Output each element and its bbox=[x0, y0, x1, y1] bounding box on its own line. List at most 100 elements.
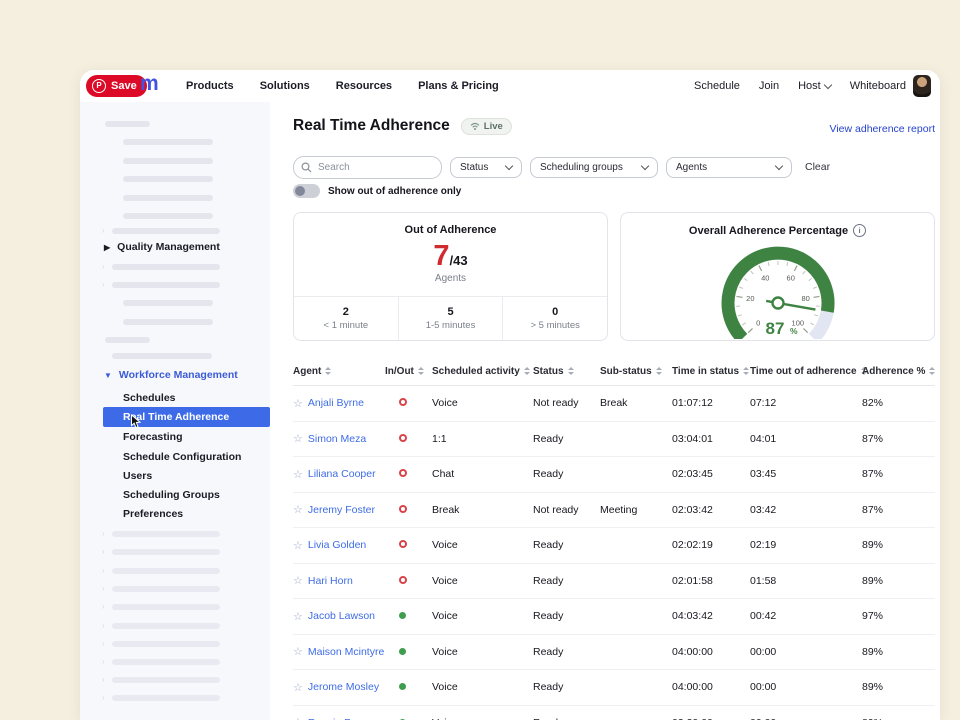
star-icon[interactable]: ☆ bbox=[293, 432, 303, 445]
gauge-tick-label: 20 bbox=[746, 294, 754, 303]
sidebar-item-quality-management[interactable]: ▶Quality Management bbox=[104, 241, 220, 253]
sidebar-item-scheduling-groups[interactable]: Scheduling Groups bbox=[80, 485, 270, 505]
star-icon[interactable]: ☆ bbox=[293, 574, 303, 587]
nav-link-solutions[interactable]: Solutions bbox=[260, 80, 310, 92]
sidebar-item-forecasting[interactable]: Forecasting bbox=[80, 427, 270, 447]
nav-link-host[interactable]: Host bbox=[798, 80, 831, 92]
agent-name-link[interactable]: Liliana Cooper bbox=[308, 468, 376, 480]
agent-name-link[interactable]: Anjali Byrne bbox=[308, 397, 364, 409]
status-cell: Ready bbox=[533, 646, 600, 658]
sidebar-skeleton-item bbox=[112, 586, 220, 592]
nav-link-plans-pricing[interactable]: Plans & Pricing bbox=[418, 80, 499, 92]
column-header-in-out[interactable]: In/Out bbox=[385, 366, 432, 377]
table-row: ☆Simon Meza1:1Ready03:04:0104:0187% bbox=[293, 422, 935, 458]
table-row: ☆Jeremy FosterBreakNot readyMeeting02:03… bbox=[293, 493, 935, 529]
adherence-cell: 87% bbox=[862, 468, 935, 480]
time-out-of-adherence-cell: 07:12 bbox=[750, 397, 862, 409]
sidebar-skeleton-item bbox=[123, 300, 213, 306]
sidebar-item-preferences[interactable]: Preferences bbox=[80, 504, 270, 524]
out-of-adherence-toggle[interactable] bbox=[293, 184, 320, 198]
agent-name-link[interactable]: Hari Horn bbox=[308, 575, 353, 587]
agents-dropdown[interactable]: Agents bbox=[666, 157, 792, 178]
in-out-cell bbox=[385, 397, 432, 409]
scheduling-groups-dropdown[interactable]: Scheduling groups bbox=[530, 157, 658, 178]
status-dropdown[interactable]: Status bbox=[450, 157, 522, 178]
agent-name-link[interactable]: Jerome Mosley bbox=[308, 681, 379, 693]
agent-cell: ☆ Anjali Byrne bbox=[293, 397, 385, 410]
star-icon[interactable]: ☆ bbox=[293, 716, 303, 720]
out-of-adherence-dot bbox=[399, 398, 407, 406]
sidebar-skeleton-item bbox=[123, 139, 213, 145]
sort-down-arrow bbox=[656, 372, 662, 375]
sidebar-item-workforce-management[interactable]: ▼Workforce Management bbox=[104, 369, 238, 381]
sidebar-item-users[interactable]: Users bbox=[80, 466, 270, 486]
sort-icon bbox=[568, 367, 574, 375]
status-cell: Ready bbox=[533, 575, 600, 587]
in-out-cell bbox=[385, 681, 432, 693]
status-cell: Ready bbox=[533, 433, 600, 445]
sidebar-skeleton-item bbox=[123, 213, 213, 219]
breakdown-value: 2 bbox=[343, 306, 349, 318]
clear-filters-button[interactable]: Clear bbox=[805, 161, 830, 173]
star-icon[interactable]: ☆ bbox=[293, 681, 303, 694]
time-out-of-adherence-cell: 01:58 bbox=[750, 575, 862, 587]
star-icon[interactable]: ☆ bbox=[293, 397, 303, 410]
nav-link-whiteboard[interactable]: Whiteboard bbox=[850, 80, 906, 92]
sidebar-skeleton-item bbox=[112, 353, 212, 359]
time-out-of-adherence-cell: 04:01 bbox=[750, 433, 862, 445]
column-header-time-in-status[interactable]: Time in status bbox=[672, 366, 750, 377]
star-icon[interactable]: ☆ bbox=[293, 539, 303, 552]
view-adherence-report-link[interactable]: View adherence report bbox=[830, 123, 935, 135]
time-out-of-adherence-cell: 03:42 bbox=[750, 504, 862, 516]
sort-up-arrow bbox=[743, 367, 749, 370]
pinterest-save-button[interactable]: P Save bbox=[86, 75, 147, 97]
scheduled-activity-cell: Voice bbox=[432, 681, 533, 693]
agent-name-link[interactable]: Jeremy Foster bbox=[308, 504, 375, 516]
chevron-icon: › bbox=[102, 226, 105, 235]
sidebar-item-schedule-configuration[interactable]: Schedule Configuration bbox=[80, 447, 270, 467]
sidebar-item-real-time-adherence[interactable]: Real Time Adherence bbox=[103, 407, 270, 427]
adherence-cell: 87% bbox=[862, 504, 935, 516]
nav-link-schedule[interactable]: Schedule bbox=[694, 80, 740, 92]
scheduled-activity-cell: Break bbox=[432, 504, 533, 516]
sidebar-item-schedules[interactable]: Schedules bbox=[80, 388, 270, 408]
chevron-icon: › bbox=[102, 657, 105, 666]
nav-link-join[interactable]: Join bbox=[759, 80, 779, 92]
agent-name-link[interactable]: Jacob Lawson bbox=[308, 610, 375, 622]
agent-name-link[interactable]: Simon Meza bbox=[308, 433, 366, 445]
sub-status-cell: Break bbox=[600, 397, 672, 409]
star-icon[interactable]: ☆ bbox=[293, 645, 303, 658]
nav-link-products[interactable]: Products bbox=[186, 80, 234, 92]
page-title: Real Time Adherence Live bbox=[293, 117, 512, 135]
miro-logo[interactable]: m bbox=[140, 72, 158, 96]
column-header-scheduled-activity[interactable]: Scheduled activity bbox=[432, 366, 533, 377]
star-icon[interactable]: ☆ bbox=[293, 468, 303, 481]
column-header-status[interactable]: Status bbox=[533, 366, 600, 377]
pinterest-icon: P bbox=[92, 79, 106, 93]
time-in-status-cell: 04:00:00 bbox=[672, 681, 750, 693]
sidebar-skeleton-item bbox=[112, 282, 220, 288]
column-header-sub-status[interactable]: Sub-status bbox=[600, 366, 672, 377]
star-icon[interactable]: ☆ bbox=[293, 503, 303, 516]
gauge-tick-label: 0 bbox=[756, 318, 760, 327]
agent-name-link[interactable]: Maison Mcintyre bbox=[308, 646, 384, 658]
column-header-agent[interactable]: Agent bbox=[293, 366, 385, 377]
sort-down-arrow bbox=[524, 372, 530, 375]
nav-link-resources[interactable]: Resources bbox=[336, 80, 392, 92]
top-navigation: P Save m Products Solutions Resources Plans… bbox=[80, 70, 940, 103]
sort-icon bbox=[325, 367, 331, 375]
column-header-time-out-of-adherence[interactable]: Time out of adherence bbox=[750, 366, 862, 377]
column-header-adherence-%[interactable]: Adherence % bbox=[862, 366, 935, 377]
toggle-row: Show out of adherence only bbox=[293, 184, 461, 198]
agent-name-link[interactable]: Livia Golden bbox=[308, 539, 366, 551]
chevron-icon: › bbox=[102, 529, 105, 538]
agent-cell: ☆ Maison Mcintyre bbox=[293, 645, 385, 658]
adherence-cell: 89% bbox=[862, 646, 935, 658]
sidebar-skeleton-item bbox=[123, 176, 213, 182]
search-input[interactable] bbox=[316, 158, 435, 177]
chevron-down-icon bbox=[505, 161, 513, 169]
star-icon[interactable]: ☆ bbox=[293, 610, 303, 623]
breakdown-value: 0 bbox=[552, 306, 558, 318]
time-in-status-cell: 04:00:00 bbox=[672, 646, 750, 658]
user-avatar[interactable] bbox=[913, 75, 931, 97]
